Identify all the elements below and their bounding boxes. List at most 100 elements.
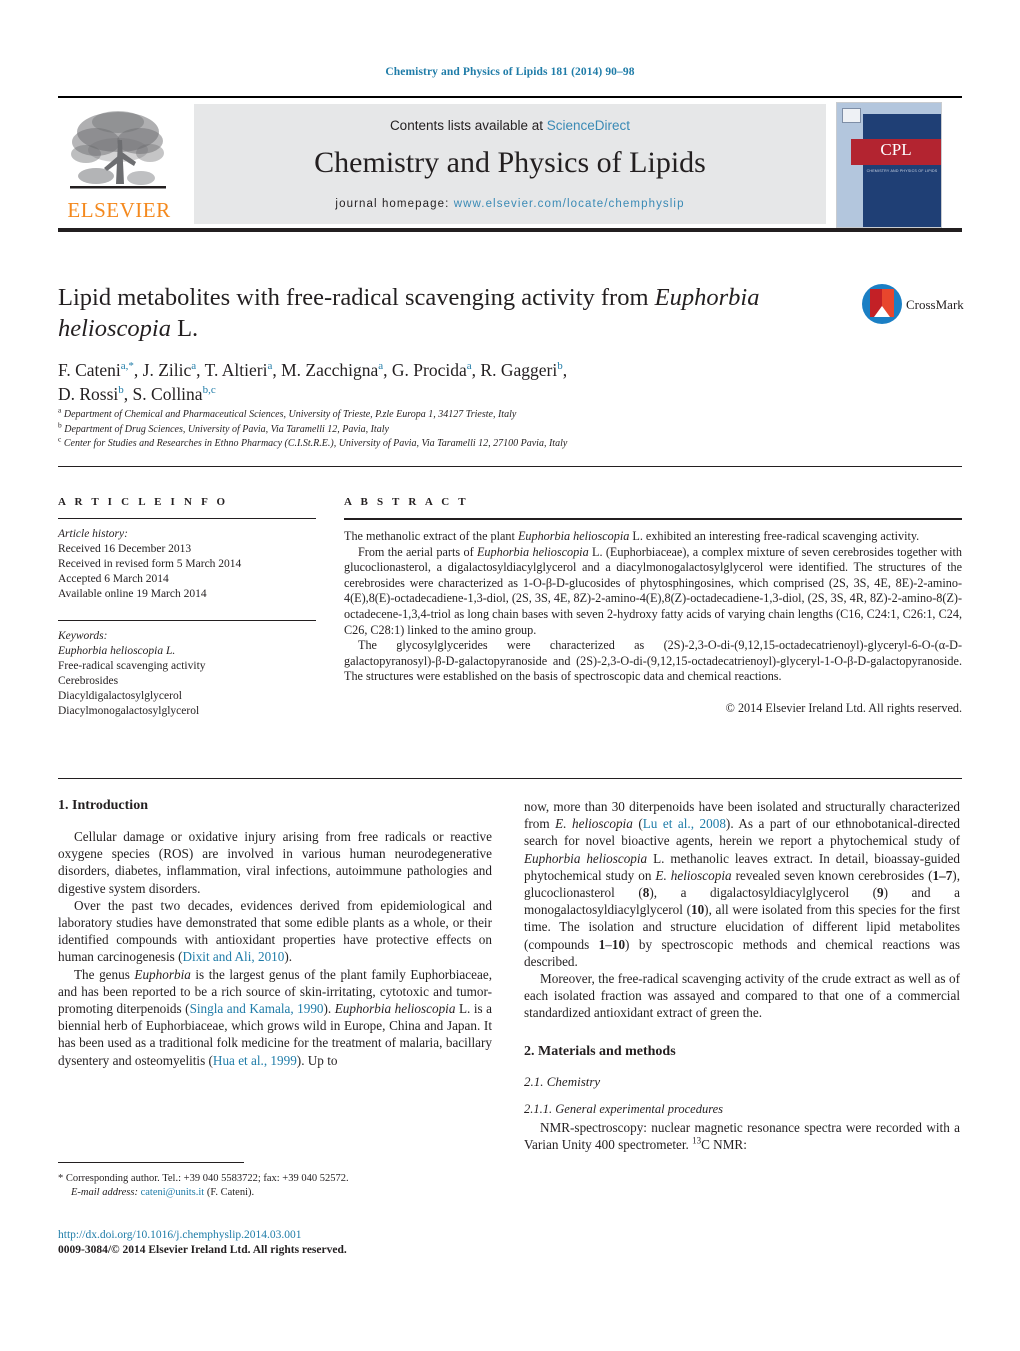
journal-homepage-line: journal homepage: www.elsevier.com/locat… <box>194 198 826 210</box>
cover-subtitle: CHEMISTRY AND PHYSICS OF LIPIDS <box>866 169 938 173</box>
keyword-item: Diacylmonogalactosylglycerol <box>58 705 200 717</box>
masthead-bottom-rule <box>58 228 962 232</box>
intro-paragraph-4: Moreover, the free-radical scavenging ac… <box>524 971 960 1021</box>
sciencedirect-link[interactable]: ScienceDirect <box>547 118 630 133</box>
abstract-p2-a: From the aerial parts of <box>358 544 477 559</box>
affil-marker-a: a <box>58 405 62 415</box>
affil-marker-b: b <box>58 420 62 430</box>
footnote-divider <box>58 1162 244 1163</box>
title-block: Lipid metabolites with free-radical scav… <box>58 282 848 344</box>
abstract-rule <box>344 518 962 520</box>
citation-lu[interactable]: Lu et al., 2008 <box>643 816 726 831</box>
abstract-paragraph-2: From the aerial parts of Euphorbia helio… <box>344 545 962 639</box>
keyword-item: Euphorbia helioscopia L. <box>58 645 176 657</box>
author-affil-marker: b,c <box>202 384 216 397</box>
history-item: Available online 19 March 2014 <box>58 588 207 600</box>
abstract-p1-species: Euphorbia helioscopia <box>517 529 630 543</box>
keyword-item: Diacyldigalactosylglycerol <box>58 690 182 702</box>
affil-marker-c: c <box>58 434 62 444</box>
keyword-item: Free-radical scavenging activity <box>58 660 206 672</box>
masthead-top-rule <box>58 96 962 98</box>
body-column-left: 1. Introduction Cellular damage or oxida… <box>58 798 492 1069</box>
intro-paragraph-2: Over the past two decades, evidences der… <box>58 897 492 965</box>
intro-paragraph-continued: now, more than 30 diterpenoids have been… <box>524 799 961 969</box>
doi-block: http://dx.doi.org/10.1016/j.chemphyslip.… <box>58 1228 518 1258</box>
article-history-label: Article history: <box>58 528 128 540</box>
abstract-body: The methanolic extract of the plant Euph… <box>344 529 962 717</box>
abstract-section: A B S T R A C T The methanolic extract o… <box>344 496 962 717</box>
author-affil-marker: a <box>191 360 197 373</box>
article-history-group: Article history: Received 16 December 20… <box>58 527 316 602</box>
affiliation-list: a Department of Chemical and Pharmaceuti… <box>58 405 958 452</box>
email-label: E-mail address: <box>71 1187 138 1198</box>
affiliation-a-text: Department of Chemical and Pharmaceutica… <box>63 409 517 420</box>
affiliation-c-text: Center for Studies and Researches in Eth… <box>63 438 568 449</box>
masthead-center-panel: Contents lists available at ScienceDirec… <box>194 104 826 224</box>
email-note: E-mail address: cateni@units.it (F. Cate… <box>58 1186 498 1200</box>
introduction-heading: 1. Introduction <box>58 798 148 813</box>
issn-copyright: 0009-3084/© 2014 Elsevier Ireland Ltd. A… <box>58 1244 347 1256</box>
contents-lists-line: Contents lists available at ScienceDirec… <box>194 118 826 133</box>
affiliation-b: b Department of Drug Sciences, Universit… <box>58 420 958 438</box>
journal-homepage-link[interactable]: www.elsevier.com/locate/chemphyslip <box>454 198 685 210</box>
crossmark-triangle <box>874 306 890 317</box>
intro-paragraph-1: Cellular damage or oxidative injury aris… <box>58 829 492 896</box>
elsevier-wordmark: ELSEVIER <box>67 198 171 222</box>
general-procedures-text: NMR-spectroscopy: nuclear magnetic reson… <box>524 1119 960 1153</box>
journal-cover-thumbnail: CPL CHEMISTRY AND PHYSICS OF LIPIDS <box>836 102 942 228</box>
abstract-paragraph-3: The glycosylglycerides were characterize… <box>344 638 962 684</box>
abstract-p1-a: The methanolic extract of the plant <box>344 529 518 543</box>
author-affil-marker: b <box>118 384 124 397</box>
crossmark-label: CrossMark <box>906 297 964 312</box>
keywords-group: Keywords: Euphorbia helioscopia L. Free-… <box>58 629 316 719</box>
doi-link[interactable]: http://dx.doi.org/10.1016/j.chemphyslip.… <box>58 1228 518 1243</box>
article-info-heading: A R T I C L E I N F O <box>58 496 229 508</box>
author-affil-marker: a <box>378 360 384 373</box>
corresponding-author-note: * Corresponding author. Tel.: +39 040 55… <box>58 1173 349 1184</box>
abstract-copyright: © 2014 Elsevier Ireland Ltd. All rights … <box>725 700 962 715</box>
author-affil-marker: b <box>557 360 563 373</box>
journal-masthead: ELSEVIER Contents lists available at Sci… <box>58 96 962 232</box>
cover-top-bar <box>863 103 941 114</box>
author-affil-marker: a,* <box>120 360 134 373</box>
crossmark-icon <box>862 284 902 324</box>
author-list: F. Catenia,*, J. Zilica, T. Altieria, M.… <box>58 360 568 404</box>
elsevier-tree-icon <box>70 111 166 189</box>
crossmark-badge[interactable]: CrossMark <box>862 284 964 326</box>
citation-singla[interactable]: Singla and Kamala, 1990 <box>190 1001 324 1016</box>
title-part-1: Lipid metabolites with free-radical scav… <box>58 284 655 311</box>
journal-title: Chemistry and Physics of Lipids <box>314 146 706 179</box>
footnote-block: * Corresponding author. Tel.: +39 040 55… <box>58 1172 498 1200</box>
page-title: Lipid metabolites with free-radical scav… <box>58 282 848 344</box>
general-procedures-paragraph: NMR-spectroscopy: nuclear magnetic reson… <box>524 1119 960 1152</box>
citation-dixit[interactable]: Dixit and Ali, 2010 <box>183 949 285 964</box>
email-suffix: (F. Cateni). <box>204 1187 255 1198</box>
abstract-p1-b: L. exhibited an interesting free-radical… <box>629 529 920 543</box>
body-top-divider <box>58 778 962 779</box>
intro-paragraph-3: The genus Euphorbia is the largest genus… <box>58 966 492 1068</box>
history-item: Received 16 December 2013 <box>58 543 192 555</box>
contents-prefix: Contents lists available at <box>389 118 547 133</box>
keywords-label: Keywords: <box>58 630 108 642</box>
abstract-paragraph-1: The methanolic extract of the plant Euph… <box>344 529 962 545</box>
affiliation-divider <box>58 466 962 467</box>
history-item: Accepted 6 March 2014 <box>58 573 169 585</box>
keyword-item: Cerebrosides <box>58 675 119 687</box>
running-head: Chemistry and Physics of Lipids 181 (201… <box>385 66 635 78</box>
article-info-rule <box>58 518 316 519</box>
citation-hua[interactable]: Hua et al., 1999 <box>213 1053 297 1068</box>
cover-body <box>863 103 941 227</box>
author-affil-marker: a <box>267 360 273 373</box>
introduction-text-right: now, more than 30 diterpenoids have been… <box>524 798 960 1022</box>
affiliation-c: c Center for Studies and Researches in E… <box>58 434 958 452</box>
affiliation-b-text: Department of Drug Sciences, University … <box>64 423 389 435</box>
homepage-prefix: journal homepage: <box>335 198 454 210</box>
email-link[interactable]: cateni@units.it <box>141 1187 205 1198</box>
general-procedures-heading: 2.1.1. General experimental procedures <box>524 1101 724 1116</box>
journal-article-page: Chemistry and Physics of Lipids 181 (201… <box>0 0 1020 1351</box>
cover-logo-box <box>842 108 861 123</box>
materials-methods-heading: 2. Materials and methods <box>524 1043 676 1059</box>
article-info-section: A R T I C L E I N F O Article history: R… <box>58 496 316 719</box>
author-affil-marker: a <box>466 360 472 373</box>
